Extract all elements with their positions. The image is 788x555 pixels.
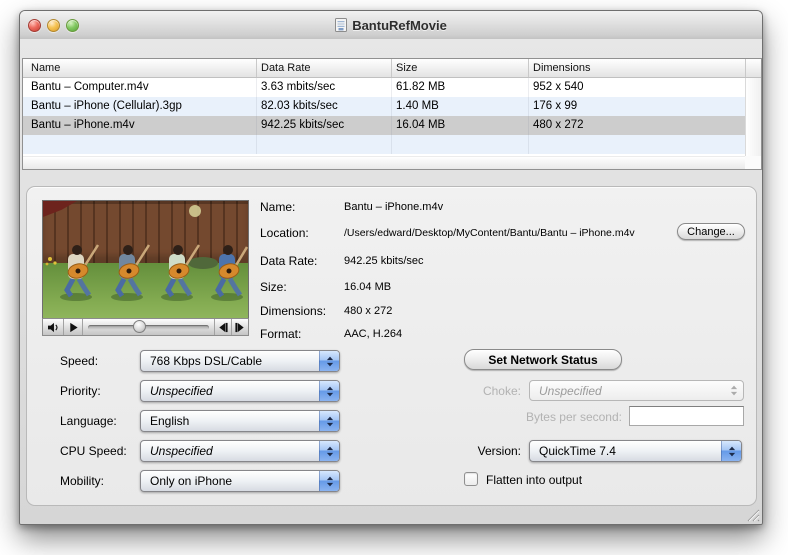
version-label: Version: bbox=[444, 444, 521, 458]
priority-label: Priority: bbox=[60, 384, 101, 398]
size-value: 16.04 MB bbox=[344, 281, 391, 293]
window-controls bbox=[28, 11, 79, 39]
table-row[interactable]: Bantu – Computer.m4v 3.63 mbits/sec 61.8… bbox=[23, 78, 761, 97]
dimensions-value: 480 x 272 bbox=[344, 305, 392, 317]
mobility-label: Mobility: bbox=[60, 474, 104, 488]
cell-data-rate: 3.63 mbits/sec bbox=[257, 78, 392, 97]
priority-popup-value: Unspecified bbox=[141, 384, 319, 398]
choke-popup: Unspecified bbox=[529, 380, 744, 401]
mobility-popup[interactable]: Only on iPhone bbox=[140, 470, 340, 492]
column-header-name[interactable]: Name bbox=[23, 59, 257, 77]
flatten-checkbox[interactable] bbox=[464, 472, 478, 486]
format-label: Format: bbox=[260, 327, 301, 341]
resize-grip-icon[interactable] bbox=[744, 506, 760, 522]
location-value: /Users/edward/Desktop/MyContent/Bantu/Ba… bbox=[344, 227, 635, 239]
minimize-button[interactable] bbox=[47, 19, 60, 32]
data-rate-label: Data Rate: bbox=[260, 254, 317, 268]
zoom-button[interactable] bbox=[66, 19, 79, 32]
size-label: Size: bbox=[260, 280, 287, 294]
chevron-up-down-icon bbox=[319, 411, 339, 431]
cpu-speed-label: CPU Speed: bbox=[60, 444, 127, 458]
dimensions-label: Dimensions: bbox=[260, 304, 326, 318]
movie-sources-table: Name Data Rate Size Dimensions Bantu – C… bbox=[22, 58, 762, 170]
language-popup-value: English bbox=[141, 414, 319, 428]
chevron-up-down-icon bbox=[319, 351, 339, 371]
column-header-dimensions[interactable]: Dimensions bbox=[529, 59, 746, 77]
cell-dimensions: 480 x 272 bbox=[529, 116, 746, 135]
set-network-status-button[interactable]: Set Network Status bbox=[464, 349, 622, 370]
speed-label: Speed: bbox=[60, 354, 98, 368]
chevron-up-down-icon bbox=[721, 441, 741, 461]
name-label: Name: bbox=[260, 200, 295, 214]
column-header-size[interactable]: Size bbox=[392, 59, 529, 77]
chevron-up-down-icon bbox=[319, 471, 339, 491]
cpu-speed-popup-value: Unspecified bbox=[141, 444, 319, 458]
cell-size: 16.04 MB bbox=[392, 116, 529, 135]
flatten-checkbox-label: Flatten into output bbox=[486, 473, 582, 487]
scrollbar-corner bbox=[745, 156, 761, 169]
chevron-up-down-icon bbox=[724, 381, 743, 400]
table-row-empty bbox=[23, 135, 761, 154]
priority-popup[interactable]: Unspecified bbox=[140, 380, 340, 402]
cell-data-rate: 82.03 kbits/sec bbox=[257, 97, 392, 116]
window-content: Name Data Rate Size Dimensions Bantu – C… bbox=[20, 39, 762, 524]
speed-popup-value: 768 Kbps DSL/Cable bbox=[141, 354, 319, 368]
details-panel: Name: Bantu – iPhone.m4v Location: /User… bbox=[26, 186, 757, 506]
version-popup[interactable]: QuickTime 7.4 bbox=[529, 440, 742, 462]
vertical-scrollbar[interactable] bbox=[745, 78, 761, 156]
table-row-selected[interactable]: Bantu – iPhone.m4v 942.25 kbits/sec 16.0… bbox=[23, 116, 761, 135]
document-icon bbox=[335, 18, 347, 32]
chevron-up-down-icon bbox=[319, 441, 339, 461]
cell-size: 1.40 MB bbox=[392, 97, 529, 116]
location-label: Location: bbox=[260, 226, 309, 240]
cell-dimensions: 176 x 99 bbox=[529, 97, 746, 116]
chevron-up-down-icon bbox=[319, 381, 339, 401]
format-value: AAC, H.264 bbox=[344, 328, 402, 340]
choke-label: Choke: bbox=[444, 384, 521, 398]
close-button[interactable] bbox=[28, 19, 41, 32]
data-rate-value: 942.25 kbits/sec bbox=[344, 255, 424, 267]
cpu-speed-popup[interactable]: Unspecified bbox=[140, 440, 340, 462]
mobility-popup-value: Only on iPhone bbox=[141, 474, 319, 488]
cell-dimensions: 952 x 540 bbox=[529, 78, 746, 97]
cell-name: Bantu – iPhone.m4v bbox=[23, 116, 257, 135]
table-row[interactable]: Bantu – iPhone (Cellular).3gp 82.03 kbit… bbox=[23, 97, 761, 116]
bytes-per-second-field[interactable] bbox=[629, 406, 744, 426]
horizontal-scrollbar[interactable] bbox=[23, 156, 745, 169]
cell-size: 61.82 MB bbox=[392, 78, 529, 97]
change-button[interactable]: Change... bbox=[677, 223, 745, 240]
choke-popup-value: Unspecified bbox=[530, 384, 724, 398]
window-banturefmovie: BantuRefMovie Name Data Rate Size Dimens… bbox=[19, 10, 763, 525]
table-header: Name Data Rate Size Dimensions bbox=[23, 59, 761, 78]
window-title: BantuRefMovie bbox=[352, 18, 447, 33]
column-header-data-rate[interactable]: Data Rate bbox=[257, 59, 392, 77]
cell-name: Bantu – Computer.m4v bbox=[23, 78, 257, 97]
desktop: BantuRefMovie Name Data Rate Size Dimens… bbox=[0, 0, 788, 555]
title-bar[interactable]: BantuRefMovie bbox=[20, 11, 762, 40]
name-value: Bantu – iPhone.m4v bbox=[344, 201, 443, 213]
language-label: Language: bbox=[60, 414, 117, 428]
language-popup[interactable]: English bbox=[140, 410, 340, 432]
cell-name: Bantu – iPhone (Cellular).3gp bbox=[23, 97, 257, 116]
column-header-cap bbox=[746, 59, 761, 77]
bytes-per-second-label: Bytes per second: bbox=[464, 410, 622, 424]
version-popup-value: QuickTime 7.4 bbox=[530, 444, 721, 458]
cell-data-rate: 942.25 kbits/sec bbox=[257, 116, 392, 135]
speed-popup[interactable]: 768 Kbps DSL/Cable bbox=[140, 350, 340, 372]
